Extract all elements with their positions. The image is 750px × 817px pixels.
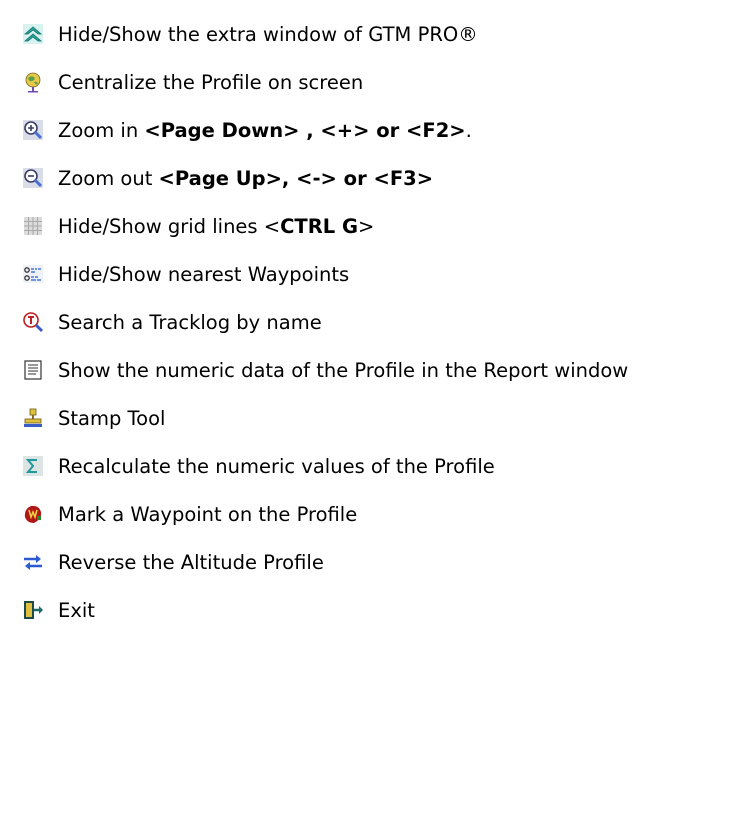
help-item-text: Zoom out xyxy=(58,166,159,190)
stamp-icon xyxy=(22,407,44,429)
report-document-icon xyxy=(22,359,44,381)
help-item: Search a Tracklog by name xyxy=(22,307,322,337)
help-item-text: Recalculate the numeric values of the Pr… xyxy=(58,454,495,478)
help-item-label: Zoom in <Page Down> , <+> or <F2>. xyxy=(58,119,472,142)
help-item-label: Recalculate the numeric values of the Pr… xyxy=(58,455,495,478)
help-item-label: Centralize the Profile on screen xyxy=(58,71,363,94)
help-item-text: <Page Up>, <-> or <F3> xyxy=(158,166,434,190)
help-item-label: Stamp Tool xyxy=(58,407,165,430)
help-item-text: <Page Down> , <+> or <F2> xyxy=(144,118,466,142)
help-item: Centralize the Profile on screen xyxy=(22,67,363,97)
help-item-label: Search a Tracklog by name xyxy=(58,311,322,334)
help-item: Show the numeric data of the Profile in … xyxy=(22,355,628,385)
help-item: Hide/Show the extra window of GTM PRO® xyxy=(22,19,478,49)
help-item-text: Search a Tracklog by name xyxy=(58,310,322,334)
grid-icon xyxy=(22,215,44,237)
help-item-label: Hide/Show nearest Waypoints xyxy=(58,263,349,286)
help-item-text: > xyxy=(357,214,375,238)
zoom-in-icon xyxy=(22,119,44,141)
globe-pin-icon xyxy=(22,71,44,93)
waypoints-list-icon xyxy=(22,263,44,285)
sigma-icon xyxy=(22,455,44,477)
reverse-arrows-icon xyxy=(22,551,44,573)
zoom-out-icon xyxy=(22,167,44,189)
help-item-label: Mark a Waypoint on the Profile xyxy=(58,503,357,526)
help-item-text: . xyxy=(465,118,472,142)
help-item-text: CTRL G xyxy=(280,214,358,238)
search-tracklog-icon xyxy=(22,311,44,333)
double-up-arrow-icon xyxy=(22,23,44,45)
help-item-label: Reverse the Altitude Profile xyxy=(58,551,324,574)
help-item-text: Zoom in xyxy=(58,118,145,142)
help-item-label: Hide/Show grid lines <CTRL G> xyxy=(58,215,374,238)
waypoint-marker-icon xyxy=(22,503,44,525)
help-item: Reverse the Altitude Profile xyxy=(22,547,324,577)
help-item: Stamp Tool xyxy=(22,403,165,433)
help-item: Hide/Show grid lines <CTRL G> xyxy=(22,211,374,241)
help-item-text: Exit xyxy=(58,598,95,622)
help-item-label: Show the numeric data of the Profile in … xyxy=(58,359,628,382)
help-item-text: Show the numeric data of the Profile in … xyxy=(58,358,629,382)
help-item-text: Hide/Show nearest Waypoints xyxy=(58,262,350,286)
help-item-text: Hide/Show grid lines < xyxy=(58,214,281,238)
help-item: Zoom out <Page Up>, <-> or <F3> xyxy=(22,163,433,193)
help-item-text: Hide/Show the extra window of GTM PRO® xyxy=(58,22,478,46)
help-item-text: Stamp Tool xyxy=(58,406,166,430)
help-item-text: Centralize the Profile on screen xyxy=(58,70,364,94)
help-item-label: Exit xyxy=(58,599,95,622)
help-item: Mark a Waypoint on the Profile xyxy=(22,499,357,529)
help-item-label: Hide/Show the extra window of GTM PRO® xyxy=(58,23,478,46)
help-item: Hide/Show nearest Waypoints xyxy=(22,259,349,289)
help-item: Recalculate the numeric values of the Pr… xyxy=(22,451,495,481)
help-item: Exit xyxy=(22,595,95,625)
help-item-text: Mark a Waypoint on the Profile xyxy=(58,502,358,526)
help-item-label: Zoom out <Page Up>, <-> or <F3> xyxy=(58,167,433,190)
exit-door-icon xyxy=(22,599,44,621)
help-item-text: Reverse the Altitude Profile xyxy=(58,550,324,574)
help-item: Zoom in <Page Down> , <+> or <F2>. xyxy=(22,115,472,145)
